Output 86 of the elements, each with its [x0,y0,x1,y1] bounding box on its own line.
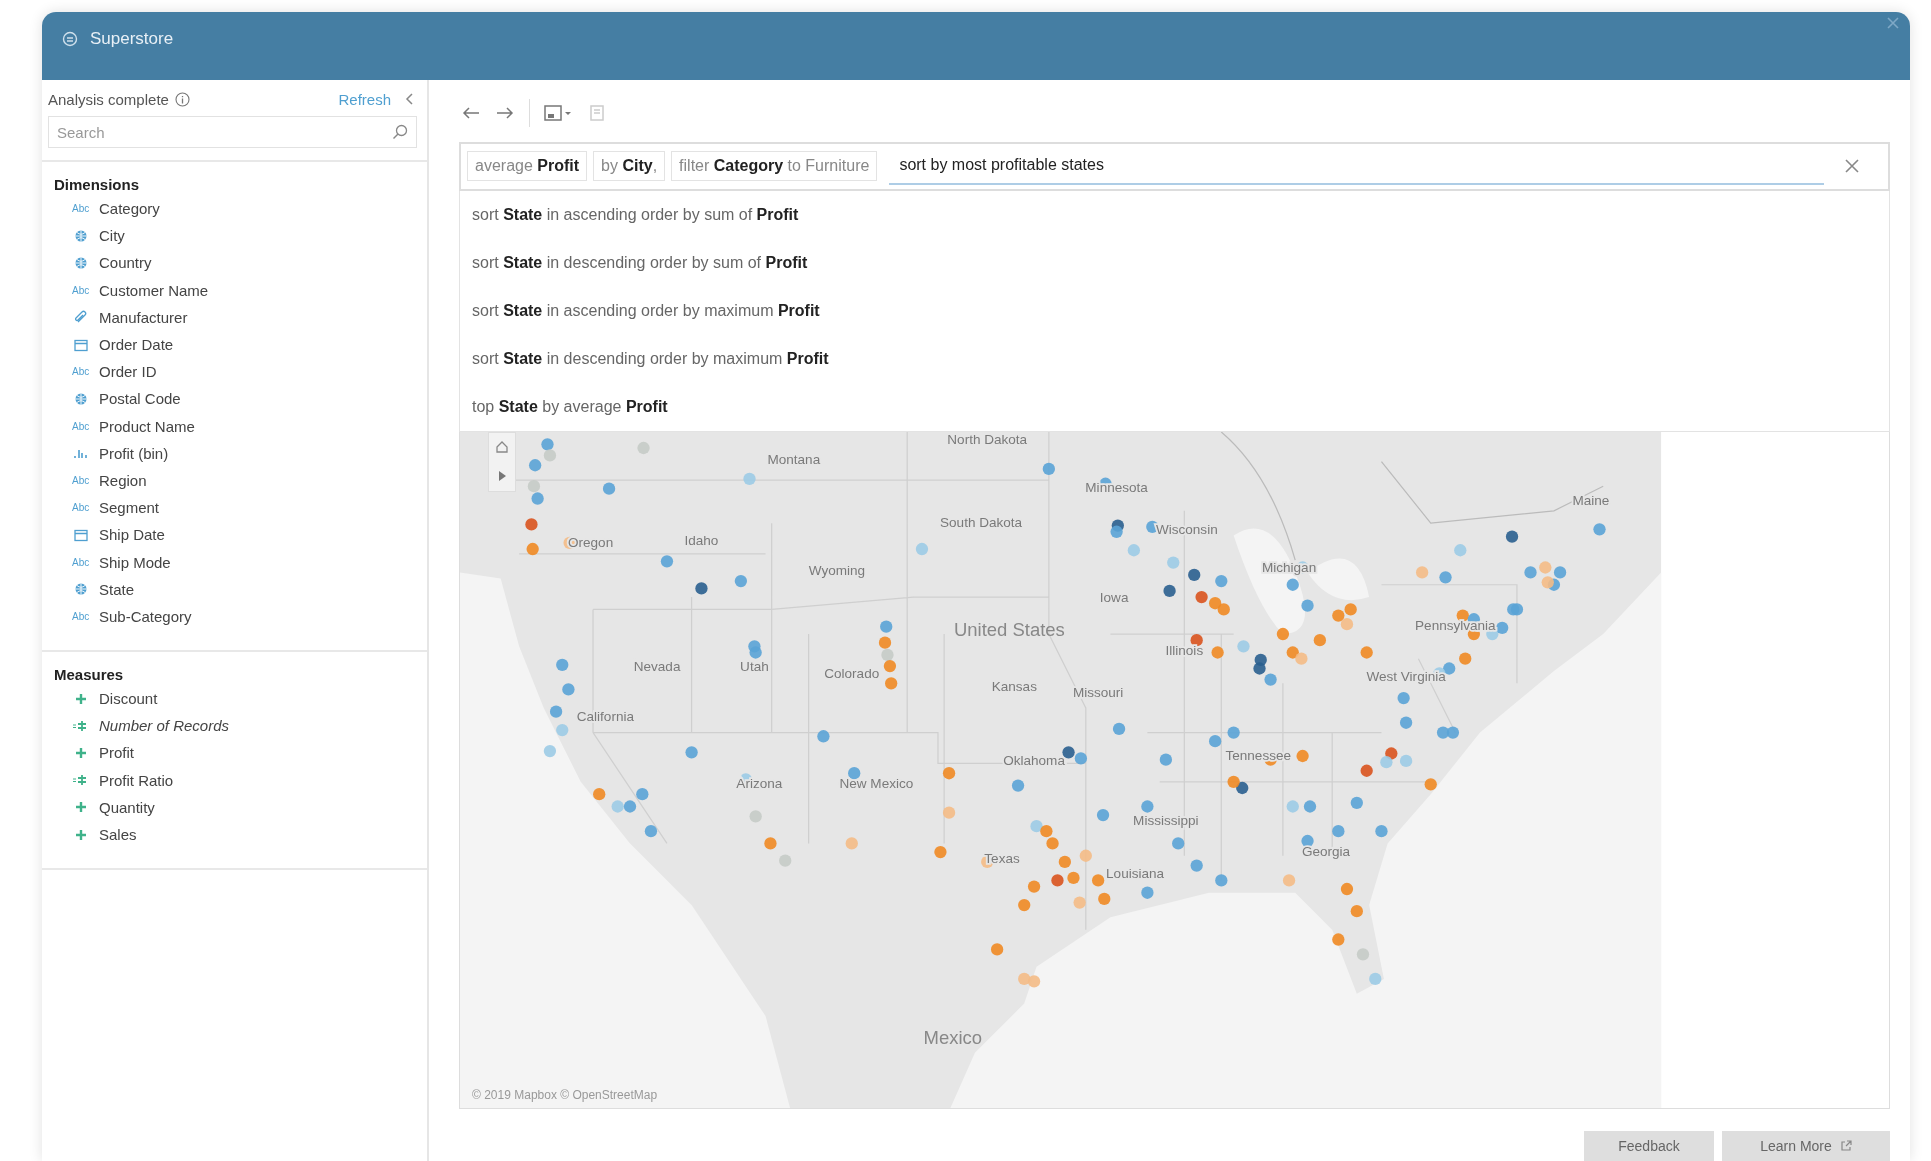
calendar-icon [72,527,90,542]
window-title: Superstore [90,29,174,49]
state-label: Colorado [824,666,880,682]
state-label: Tennessee [1225,747,1292,763]
field-item[interactable]: Quantity [42,793,427,821]
country-label: United States [954,619,1065,641]
field-item[interactable]: Profit Ratio [42,766,427,794]
suggestion-item[interactable]: top State by average Profit [460,382,1889,431]
state-label: Georgia [1301,843,1351,859]
field-item[interactable]: Manufacturer [42,303,427,331]
state-label: Arizona [736,775,783,791]
field-item[interactable]: Profit [42,739,427,767]
save-icon[interactable] [544,103,574,124]
state-label: Kansas [991,678,1037,694]
calendar-icon [72,337,90,352]
search-field[interactable]: Search [48,116,417,148]
field-item[interactable]: Abc Segment [42,494,427,522]
field-item[interactable]: Order Date [42,330,427,359]
state-label: Nevada [633,658,681,674]
field-item[interactable]: Abc Category [42,195,427,223]
suggestion-item[interactable]: sort State in ascending order by maximum Profit [460,286,1889,335]
map-attribution: © 2019 Mapbox © OpenStreetMap [472,1088,658,1102]
state-label: Missouri [1072,684,1124,700]
state-label: Pennsylvania [1415,618,1496,634]
state-label: Wyoming [808,562,866,578]
learn-more-button[interactable]: Learn More [1722,1131,1890,1161]
abc-type-icon: Abc [72,610,90,622]
field-item[interactable]: City [42,222,427,250]
external-link-icon [1839,1140,1852,1152]
database-icon [62,31,78,47]
info-icon[interactable] [174,91,190,107]
state-label: Texas [984,850,1020,866]
state-label: Iowa [1099,589,1129,605]
state-label: California [576,709,634,725]
state-label: West Virginia [1366,668,1446,684]
state-label: Minnesota [1085,480,1148,496]
field-item[interactable]: Abc Customer Name [42,276,427,304]
query-pill[interactable]: by City, [593,151,666,182]
state-label: New Mexico [839,775,914,791]
close-icon[interactable] [1886,16,1900,30]
suggestion-item[interactable]: sort State in descending order by sum of Profit [460,238,1889,287]
state-label: Louisiana [1106,865,1165,881]
section-title: Dimensions [53,176,141,193]
chevron-left-icon[interactable] [405,92,415,106]
state-label: Maine [1572,492,1610,508]
field-item[interactable]: Abc Product Name [42,412,427,440]
state-label: South Dakota [940,514,1023,530]
suggestion-item[interactable]: sort State in descending order by maximum Profit [460,334,1889,383]
state-label: Mississippi [1133,812,1199,828]
field-item[interactable]: Discount [42,685,427,713]
abc-type-icon: Abc [72,474,90,486]
field-item[interactable]: Ship Date [42,521,427,549]
state-label: Oklahoma [1003,752,1065,768]
clear-icon[interactable] [1844,158,1860,175]
search-input[interactable]: Search [57,123,386,141]
field-item[interactable]: Number of Records [42,712,427,740]
feedback-button[interactable]: Feedback [1584,1131,1714,1161]
field-item[interactable]: Abc Order ID [42,358,427,386]
state-label: Utah [740,658,769,674]
field-item[interactable]: Country [42,249,427,277]
abc-type-icon: Abc [72,420,90,432]
section-title: Measures [53,666,125,683]
status-text: Analysis complete [48,90,169,108]
abc-type-icon: Abc [72,284,90,296]
search-icon[interactable] [392,124,408,140]
field-item[interactable]: Abc Sub-Category [42,602,427,630]
state-label: Wisconsin [1155,521,1218,537]
abc-type-icon: Abc [72,203,90,215]
abc-type-icon: Abc [72,366,90,378]
field-item[interactable]: State [42,575,427,603]
abc-type-icon: Abc [72,556,90,568]
state-label: Montana [767,451,821,467]
field-item[interactable]: Profit (bin) [42,439,427,467]
state-label: Idaho [684,533,719,549]
field-item[interactable]: Abc Region [42,466,427,495]
abc-type-icon: Abc [72,502,90,514]
query-pill[interactable]: filter Category to Furniture [671,151,878,182]
state-label: North Dakota [947,432,1028,447]
field-item[interactable]: Abc Ship Mode [42,548,427,576]
country-label: Mexico [923,1026,982,1048]
home-icon[interactable] [495,440,509,455]
suggestion-item[interactable]: sort State in ascending order by sum of Profit [460,190,1889,239]
field-item[interactable]: Postal Code [42,385,427,413]
query-pill[interactable]: average Profit [467,151,588,182]
field-item[interactable]: Sales [42,820,427,849]
state-label: Illinois [1165,642,1204,658]
